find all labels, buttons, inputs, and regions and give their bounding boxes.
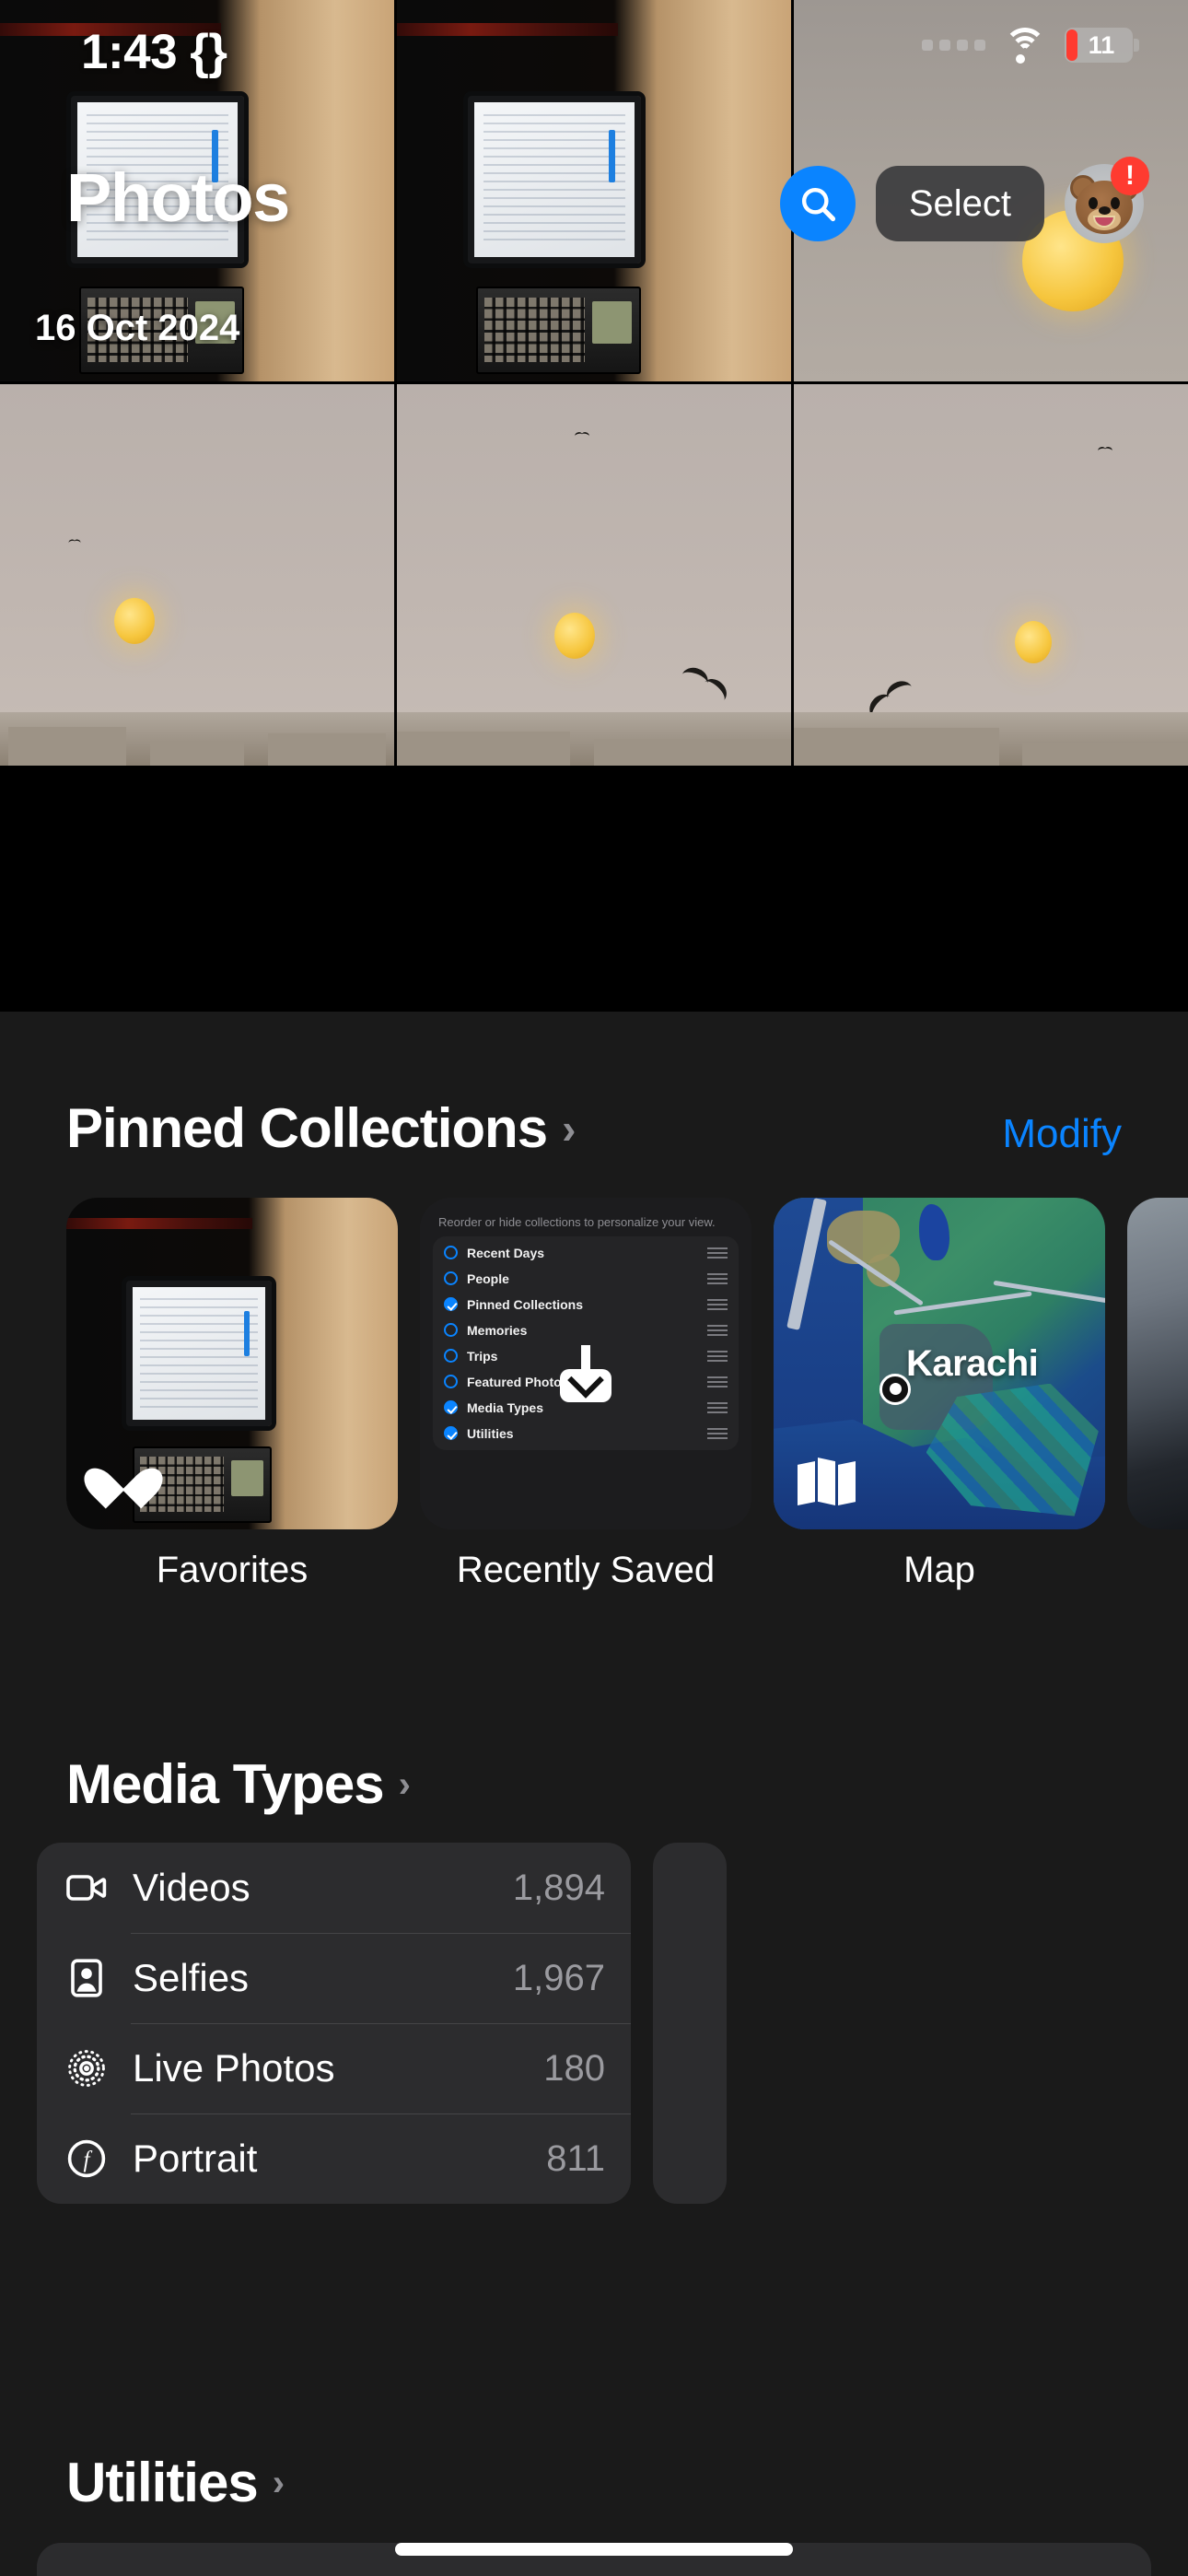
app-header: Photos Select ! [0,157,1188,260]
radio-icon-checked [444,1400,458,1415]
media-types-card-peek[interactable] [653,1843,727,2204]
status-bar: 1:43 {} 11 [0,0,1188,122]
recently-saved-thumbnail: Reorder or hide collections to personali… [420,1198,751,1529]
pinned-card-peek[interactable] [1127,1198,1188,1591]
map-place-label: Karachi [906,1343,1039,1385]
media-types-list[interactable]: Videos 1,894 Selfies 1,967 Live Photos 1… [37,1843,1188,2204]
search-icon [801,187,835,222]
pinned-collections-header: Pinned Collections › Modify [0,1096,1188,1160]
drag-handle-icon [707,1298,728,1310]
drag-handle-icon [707,1350,728,1362]
select-button[interactable]: Select [875,166,1044,241]
pinned-card-label: Recently Saved [456,1550,716,1590]
media-types-title: Media Types [66,1753,385,1815]
radio-icon-checked [444,1297,458,1312]
radio-icon-checked [444,1426,458,1441]
search-button[interactable] [779,166,856,241]
portrait-aperture-icon: f [64,2137,116,2181]
media-row-label: Selfies [133,1956,250,1999]
screenshot-subtitle: Reorder or hide collections to personali… [438,1215,716,1229]
photo-thumbnail [0,384,394,766]
map-thumbnail: Karachi [774,1198,1105,1529]
screenshot-list: Recent Days People Pinned Collections Me… [433,1235,739,1450]
screenshot-row: People [433,1266,739,1292]
photo-grid-cell-5[interactable] [397,384,791,766]
media-row-label: Live Photos [133,2046,335,2090]
chevron-right-icon: › [272,2462,285,2503]
drag-handle-icon [707,1247,728,1259]
svg-text:f: f [84,2148,93,2172]
drag-handle-icon [707,1427,728,1439]
media-types-header: Media Types › [0,1752,1188,1816]
utilities-title: Utilities [66,2452,259,2513]
utilities-header: Utilities › [0,2451,1188,2514]
photo-grid [0,0,1188,1012]
pinned-card-label: Favorites [156,1550,309,1590]
pinned-collections-row[interactable]: Favorites Reorder or hide collections to… [0,1198,1188,1591]
drag-handle-icon [707,1401,728,1413]
cellular-dots-icon [922,40,985,51]
media-row-count: 180 [543,2047,605,2089]
media-row-count: 1,967 [512,1957,605,1998]
pinned-collections-title-group[interactable]: Pinned Collections › [66,1096,576,1160]
favorite-heart-icon [417,367,460,381]
radio-icon [444,1349,458,1364]
photo-thumbnail [397,384,791,766]
photo-grid-cell-6[interactable] [794,384,1188,766]
screenshot-row: Pinned Collections [433,1292,739,1317]
radio-icon [444,1323,458,1338]
peek-thumbnail [1127,1198,1188,1529]
media-row-live-photos[interactable]: Live Photos 180 [37,2023,631,2113]
status-time: 1:43 {} [81,25,227,79]
screenshot-row: Utilities [433,1421,739,1446]
photos-app-screen: 1:43 {} 11 Photos Select ! 16 Oct 2024 P… [0,0,1188,2576]
battery-percent: 11 [1088,30,1115,59]
drag-handle-icon [707,1324,728,1336]
screenshot-row: Memories [433,1317,739,1343]
wifi-icon [1002,28,1048,64]
drag-handle-icon [707,1272,728,1284]
alert-badge: ! [1111,157,1149,195]
radio-icon [444,1271,458,1286]
drag-handle-icon [707,1376,728,1388]
media-row-videos[interactable]: Videos 1,894 [37,1843,631,1933]
photo-date-label: 16 Oct 2024 [35,308,240,348]
media-row-portrait[interactable]: f Portrait 811 [37,2113,631,2204]
pinned-card-label: Map [903,1550,975,1590]
selfie-person-icon [64,1956,116,2000]
chevron-right-icon: › [398,1763,411,1805]
map-icon [798,1454,856,1505]
media-types-card: Videos 1,894 Selfies 1,967 Live Photos 1… [37,1843,631,2204]
media-row-label: Portrait [133,2137,258,2180]
media-row-count: 811 [546,2137,605,2179]
utilities-title-group[interactable]: Utilities › [66,2451,285,2514]
page-title: Photos [66,159,290,236]
photo-thumbnail [794,384,1188,766]
live-photo-icon [64,2046,116,2090]
modify-button[interactable]: Modify [1002,1111,1122,1157]
video-camera-icon [64,1866,116,1910]
photo-grid-cell-4[interactable] [0,384,394,766]
pinned-collections-title: Pinned Collections [66,1097,548,1159]
pinned-card-map[interactable]: Karachi Map [774,1198,1105,1591]
battery-indicator: 11 [1065,28,1139,63]
chevron-right-icon: › [562,1104,576,1153]
media-row-selfies[interactable]: Selfies 1,967 [37,1933,631,2023]
screenshot-row: Recent Days [433,1240,739,1266]
pinned-card-recently-saved[interactable]: Reorder or hide collections to personali… [420,1198,751,1591]
media-row-label: Videos [133,1866,250,1909]
pinned-card-favorites[interactable]: Favorites [66,1198,398,1591]
radio-icon [444,1375,458,1389]
download-icon [560,1344,611,1402]
favorites-thumbnail [66,1198,398,1529]
media-types-title-group[interactable]: Media Types › [66,1752,411,1816]
account-avatar-button[interactable]: ! [1065,157,1149,243]
heart-icon [98,1450,149,1498]
media-row-count: 1,894 [512,1867,605,1908]
home-indicator[interactable] [395,2543,793,2556]
radio-icon [444,1246,458,1260]
